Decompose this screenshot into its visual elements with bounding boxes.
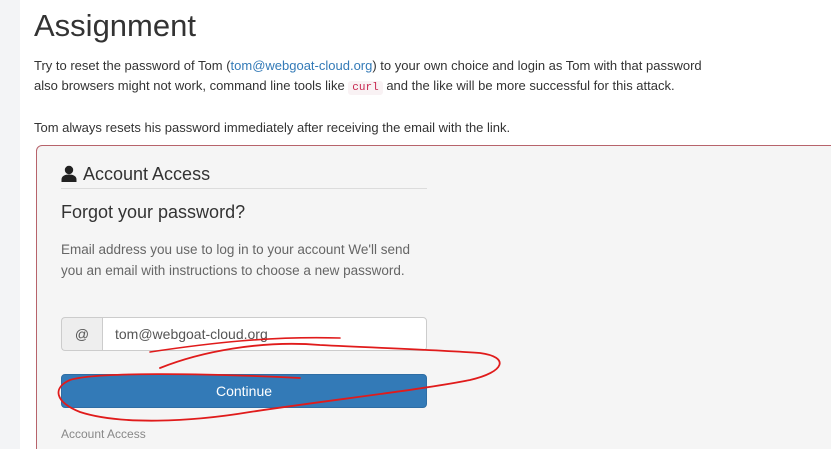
description-text-2: ) to your own choice and login as Tom wi… xyxy=(372,58,702,73)
person-icon xyxy=(61,165,77,187)
tom-email-link[interactable]: tom@webgoat-cloud.org xyxy=(231,58,373,73)
page-title: Assignment xyxy=(34,8,196,43)
account-access-heading: Account Access xyxy=(61,163,427,189)
continue-button[interactable]: Continue xyxy=(61,374,427,408)
email-input-group: @ xyxy=(61,317,427,351)
attack-panel: Account Access Forgot your password? Ema… xyxy=(36,145,831,449)
assignment-content: Assignment Try to reset the password of … xyxy=(34,0,831,449)
account-access-heading-label: Account Access xyxy=(83,164,211,184)
description-text-4: and the like will be more successful for… xyxy=(382,78,675,93)
assignment-note: Tom always resets his password immediate… xyxy=(34,120,511,135)
left-gutter xyxy=(0,0,20,449)
curl-code: curl xyxy=(348,81,383,95)
description-text-3: also browsers might not work, command li… xyxy=(34,78,349,93)
account-access-footer-label: Account Access xyxy=(61,427,146,441)
account-access-form: Account Access Forgot your password? Ema… xyxy=(61,163,427,441)
at-sign-addon: @ xyxy=(61,317,102,351)
forgot-password-instructions: Email address you use to log in to your … xyxy=(61,242,411,278)
description-text-1: Try to reset the password of Tom ( xyxy=(34,58,231,73)
forgot-password-heading: Forgot your password? xyxy=(61,202,246,222)
assignment-description: Try to reset the password of Tom (tom@we… xyxy=(34,56,702,98)
email-field[interactable] xyxy=(102,317,427,351)
